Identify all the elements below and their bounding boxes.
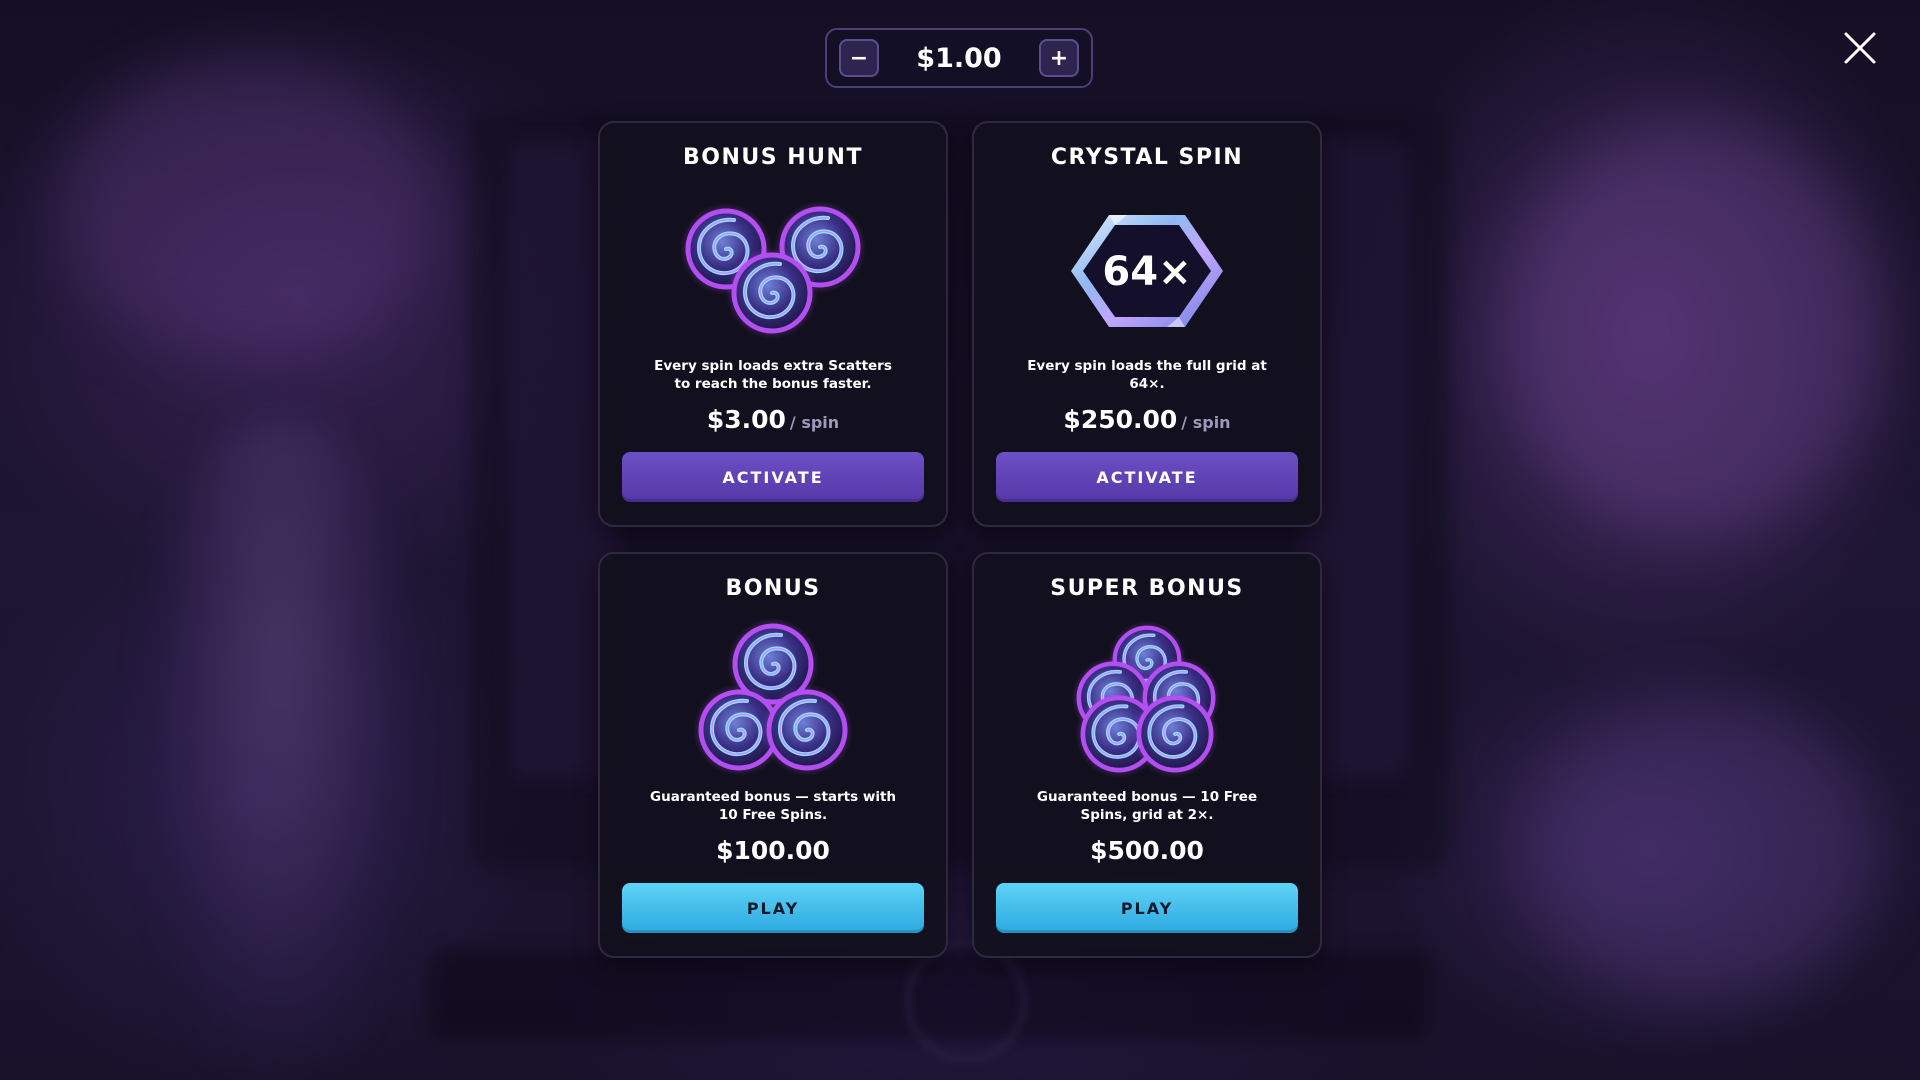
price-amount: $100.00	[716, 836, 830, 865]
play-super-bonus-button[interactable]: PLAY	[996, 883, 1298, 933]
card-description: Guaranteed bonus — 10 Free Spins, grid a…	[1036, 789, 1258, 823]
card-title: BONUS	[725, 576, 821, 601]
price-unit: / spin	[1181, 413, 1231, 432]
price-amount: $3.00	[706, 405, 786, 434]
close-button[interactable]	[1840, 28, 1880, 68]
card-description: Every spin loads extra Scatters to reach…	[654, 358, 892, 392]
three-scatter-swirls-icon	[678, 201, 868, 341]
price-amount: $500.00	[1090, 836, 1204, 865]
play-bonus-button[interactable]: PLAY	[622, 883, 924, 933]
card-price: $250.00/ spin	[974, 405, 1320, 434]
card-title: CRYSTAL SPIN	[1050, 145, 1244, 170]
bet-control: − $1.00 +	[825, 28, 1093, 88]
card-price: $500.00	[974, 836, 1320, 865]
card-price: $3.00/ spin	[600, 405, 946, 434]
activate-crystal-spin-button[interactable]: ACTIVATE	[996, 452, 1298, 502]
bet-amount: $1.00	[916, 42, 1002, 74]
five-scatter-swirls-icon	[1057, 618, 1237, 778]
increase-bet-button[interactable]: +	[1039, 39, 1079, 77]
crystal-spin-card: CRYSTAL SPIN 64× Every spin loads the fu…	[972, 121, 1322, 527]
close-icon	[1844, 32, 1876, 64]
three-scatter-swirls-stacked-icon	[683, 618, 863, 778]
price-amount: $250.00	[1063, 405, 1178, 434]
bonus-card: BONUS Guaranteed bonus — starts with 10 …	[598, 552, 948, 958]
card-title: BONUS HUNT	[683, 145, 863, 170]
card-description: Every spin loads the full grid at 64×.	[1027, 358, 1267, 392]
price-unit: / spin	[789, 413, 840, 432]
decrease-bet-button[interactable]: −	[839, 39, 879, 77]
minus-icon: −	[849, 45, 869, 71]
crystal-hexagon-icon: 64×	[1071, 215, 1223, 327]
card-price: $100.00	[600, 836, 946, 865]
card-title: SUPER BONUS	[1050, 576, 1244, 601]
super-bonus-card: SUPER BONUS Guaranteed bonus — 10 Free S…	[972, 552, 1322, 958]
modal-overlay	[0, 0, 1920, 1080]
card-description: Guaranteed bonus — starts with 10 Free S…	[650, 789, 897, 823]
multiplier-badge: 64×	[1102, 249, 1191, 295]
bonus-hunt-card: BONUS HUNT Every spin loads extra Scatte…	[598, 121, 948, 527]
activate-bonus-hunt-button[interactable]: ACTIVATE	[622, 452, 924, 502]
plus-icon: +	[1049, 45, 1069, 71]
